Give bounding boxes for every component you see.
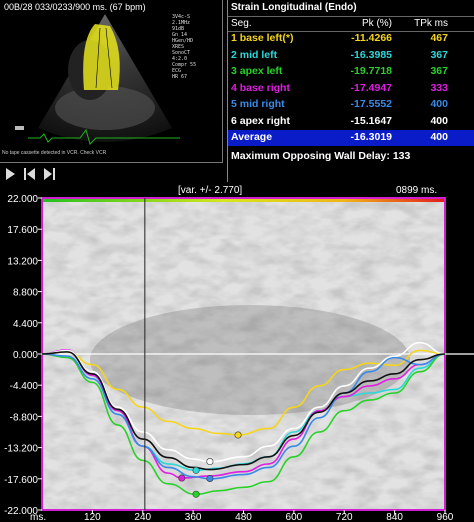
table-header: Seg. Pk (%) TPk ms [228,16,474,32]
playback-controls-icons [6,168,55,180]
strain-chart[interactable]: 22.000 17.600 13.200 8.800 4.400 0.000 -4.400 -… [0,182,474,522]
x-tick-label: 120 [84,512,101,522]
echo-settings: 3V4c-S 2.1MHz 91dB Gn 14 HGen/HD XRES SonoCT 4:… [172,14,196,80]
y-tick-label: 0.000 [13,350,38,361]
play-icon[interactable] [6,168,15,180]
table-title: Strain Longitudinal (Endo) [231,2,357,13]
echo-image-panel[interactable]: 00B/28 033/0233/900 ms. (67 bpm) 3V4c-S 2… [0,0,223,163]
header-tpk: TPk ms [414,18,448,29]
cell-tpk: 400 [430,98,448,110]
x-axis: 120 240 360 480 600 720 840 960 [84,510,454,522]
y-tick-label: 13.200 [7,256,38,267]
x-tick-label: 240 [134,512,151,522]
peak-marker-1 [234,431,242,439]
table-row[interactable]: 6 apex right -15.1647 400 [228,114,474,130]
cell-tpk: 400 [430,131,448,143]
x-tick-label: 480 [235,512,252,522]
time-readout: 0899 ms. [396,185,437,196]
x-tick-label: 360 [185,512,202,522]
peak-marker-3 [192,490,200,498]
table-row[interactable]: 3 apex left -19.7718 367 [228,64,474,80]
delay-value: 133 [392,150,411,162]
peak-marker-2 [192,466,200,474]
y-tick-label: -13.200 [4,444,38,455]
y-tick-label: -4.400 [10,381,39,392]
variance-label: [var. +/- 2.770] [178,185,242,196]
y-tick-label: 17.600 [7,225,38,236]
x-tick-label: 720 [336,512,353,522]
opposing-wall-delay: Maximum Opposing Wall Delay: 133 [231,150,410,162]
table-row[interactable]: 5 mid right -17.5552 400 [228,97,474,113]
cell-tpk: 367 [430,48,448,61]
average-row[interactable]: Average -16.3019 400 [228,130,474,146]
step-forward-icon[interactable] [44,168,55,180]
table-row[interactable]: 2 mid left -16.3985 367 [228,48,474,64]
echo-setting-line: HR 67 [172,74,188,80]
y-tick-label: 8.800 [13,288,38,299]
echo-header: 00B/28 033/0233/900 ms. (67 bpm) [4,2,146,12]
playback-controls [4,166,64,182]
vcr-status: No tape cassette detected in VCR. Check … [2,150,107,156]
cell-tpk: 367 [430,65,448,77]
x-tick-label: 600 [286,512,303,522]
cell-tpk: 333 [430,81,448,94]
y-tick-label: -8.800 [10,412,39,423]
mmode-dark-band [90,305,410,415]
cell-tpk: 467 [430,32,448,44]
cell-tpk: 400 [430,114,448,127]
table-row[interactable]: 1 base left(*) -11.4266 467 [228,31,474,47]
y-tick-label: 22.000 [7,194,38,205]
delay-label: Maximum Opposing Wall Delay: [231,150,390,162]
x-unit-label: ms. [30,512,46,522]
x-tick-label: 840 [386,512,403,522]
step-back-icon[interactable] [24,168,35,180]
peak-marker-5 [206,474,214,482]
table-row[interactable]: 4 base right -17.4947 333 [228,81,474,97]
peak-marker-6 [206,458,214,466]
y-tick-label: 4.400 [13,319,38,330]
peak-marker-4 [178,474,186,482]
y-tick-label: -17.600 [4,475,38,486]
strain-table: Strain Longitudinal (Endo) Seg. Pk (%) T… [227,0,474,182]
x-tick-label: 960 [437,512,454,522]
